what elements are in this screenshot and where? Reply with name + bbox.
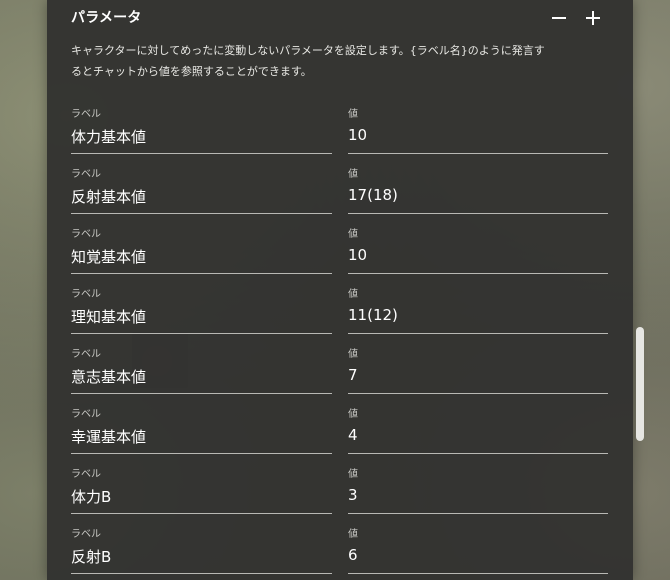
label-input[interactable]: 意志基本値: [71, 366, 146, 387]
description-line-1: キャラクターに対してめったに変動しないパラメータを設定します。{ラベル名}のよう…: [71, 44, 545, 57]
value-caption: 値: [348, 529, 358, 540]
parameter-row: ラベル 理知基本値 値 11(12): [47, 282, 633, 342]
value-input[interactable]: 6: [348, 546, 358, 564]
value-field[interactable]: 値 4: [348, 402, 608, 454]
label-caption: ラベル: [71, 529, 101, 540]
value-caption: 値: [348, 409, 358, 420]
description-line-2: るとチャットから値を参照することができます。: [71, 65, 312, 78]
value-input[interactable]: 10: [348, 126, 367, 144]
label-input[interactable]: 知覚基本値: [71, 246, 146, 267]
parameter-row: ラベル 体力基本値 値 10: [47, 102, 633, 162]
scrollbar-thumb[interactable]: [636, 327, 644, 441]
value-field[interactable]: 値 10: [348, 222, 608, 274]
label-caption: ラベル: [71, 289, 101, 300]
value-field[interactable]: 値 3: [348, 462, 608, 514]
value-caption: 値: [348, 469, 358, 480]
parameter-row: ラベル 反射B 値 6: [47, 522, 633, 580]
label-input[interactable]: 理知基本値: [71, 306, 146, 327]
parameter-dialog: パラメータ キャラクターに対してめったに変動しないパラメータを設定します。{ラベ…: [47, 0, 633, 580]
add-parameter-button[interactable]: [583, 8, 603, 28]
label-caption: ラベル: [71, 349, 101, 360]
value-input[interactable]: 11(12): [348, 306, 398, 324]
value-input[interactable]: 4: [348, 426, 358, 444]
section-title: パラメータ: [71, 10, 142, 26]
label-field[interactable]: ラベル 知覚基本値: [71, 222, 332, 274]
label-input[interactable]: 体力B: [71, 486, 111, 507]
remove-parameter-button[interactable]: [549, 8, 569, 28]
value-caption: 値: [348, 169, 358, 180]
parameter-row: ラベル 幸運基本値 値 4: [47, 402, 633, 462]
value-field[interactable]: 値 10: [348, 102, 608, 154]
value-input[interactable]: 7: [348, 366, 358, 384]
parameter-row: ラベル 知覚基本値 値 10: [47, 222, 633, 282]
label-caption: ラベル: [71, 469, 101, 480]
label-field[interactable]: ラベル 反射基本値: [71, 162, 332, 214]
label-caption: ラベル: [71, 409, 101, 420]
minus-icon: [552, 17, 566, 19]
section-description: キャラクターに対してめったに変動しないパラメータを設定します。{ラベル名}のよう…: [71, 40, 611, 82]
label-field[interactable]: ラベル 体力基本値: [71, 102, 332, 154]
label-field[interactable]: ラベル 理知基本値: [71, 282, 332, 334]
parameter-list: ラベル 体力基本値 値 10 ラベル 反射基本値 値 17(18) ラベル 知覚…: [47, 102, 633, 580]
value-input[interactable]: 10: [348, 246, 367, 264]
value-caption: 値: [348, 229, 358, 240]
value-field[interactable]: 値 6: [348, 522, 608, 574]
value-caption: 値: [348, 349, 358, 360]
label-input[interactable]: 体力基本値: [71, 126, 146, 147]
label-input[interactable]: 反射基本値: [71, 186, 146, 207]
parameter-row: ラベル 反射基本値 値 17(18): [47, 162, 633, 222]
label-field[interactable]: ラベル 反射B: [71, 522, 332, 574]
parameter-row: ラベル 意志基本値 値 7: [47, 342, 633, 402]
value-field[interactable]: 値 7: [348, 342, 608, 394]
value-input[interactable]: 3: [348, 486, 358, 504]
label-input[interactable]: 幸運基本値: [71, 426, 146, 447]
value-caption: 値: [348, 109, 358, 120]
value-field[interactable]: 値 17(18): [348, 162, 608, 214]
section-header: パラメータ: [71, 6, 603, 30]
label-caption: ラベル: [71, 109, 101, 120]
value-caption: 値: [348, 289, 358, 300]
label-input[interactable]: 反射B: [71, 546, 111, 567]
parameter-row: ラベル 体力B 値 3: [47, 462, 633, 522]
scrollbar[interactable]: [636, 0, 646, 580]
value-field[interactable]: 値 11(12): [348, 282, 608, 334]
value-input[interactable]: 17(18): [348, 186, 398, 204]
label-caption: ラベル: [71, 229, 101, 240]
label-caption: ラベル: [71, 169, 101, 180]
label-field[interactable]: ラベル 意志基本値: [71, 342, 332, 394]
label-field[interactable]: ラベル 幸運基本値: [71, 402, 332, 454]
label-field[interactable]: ラベル 体力B: [71, 462, 332, 514]
